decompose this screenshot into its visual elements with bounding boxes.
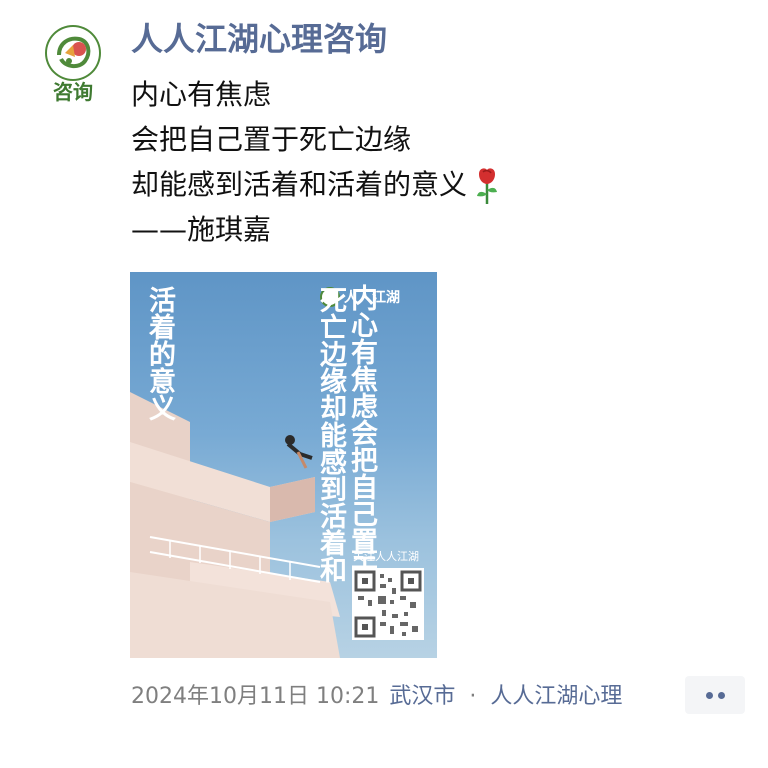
post-time: 2024年10月11日 10:21 — [131, 684, 380, 709]
post-line: ——施琪嘉 — [131, 213, 272, 246]
post-line: 却能感到活着和活着的意义 — [131, 162, 731, 207]
poster-headline-column: 活着的意义 — [144, 286, 175, 421]
source-account[interactable]: 人人江湖心理 — [490, 684, 622, 709]
dot-icon — [717, 691, 725, 699]
post-line: 会把自己置于死亡边缘 — [131, 123, 412, 156]
poster-headline-column: 内心有焦虑会把自己置于 — [346, 284, 377, 581]
dot-icon — [705, 691, 713, 699]
follow-caption: 关注人人江湖 — [353, 550, 419, 563]
post-location[interactable]: 武汉市 — [389, 684, 455, 709]
post-image[interactable]: 人人江湖 内心有焦虑会把自己置于 死亡边缘却能感到活着和 活着的意义 关注人人江… — [130, 272, 437, 658]
qr-code-icon — [352, 568, 424, 640]
logo-icon — [45, 25, 101, 81]
post-footer: 2024年10月11日 10:21 武汉市 · 人人江湖心理 — [131, 677, 691, 717]
post-line: 内心有焦虑 — [131, 78, 272, 111]
rose-icon — [473, 166, 501, 206]
poster-headline-column: 死亡边缘却能感到活着和 — [315, 286, 346, 583]
more-options-button[interactable] — [685, 676, 745, 714]
separator: · — [469, 684, 477, 709]
avatar[interactable]: 咨询 — [45, 25, 101, 103]
avatar-label: 咨询 — [53, 80, 93, 104]
post-line-text: 却能感到活着和活着的意义 — [131, 168, 468, 201]
post-text: 内心有焦虑 会把自己置于死亡边缘 却能感到活着和活着的意义 ——施琪嘉 — [131, 72, 731, 252]
author-name[interactable]: 人人江湖心理咨询 — [131, 18, 387, 60]
